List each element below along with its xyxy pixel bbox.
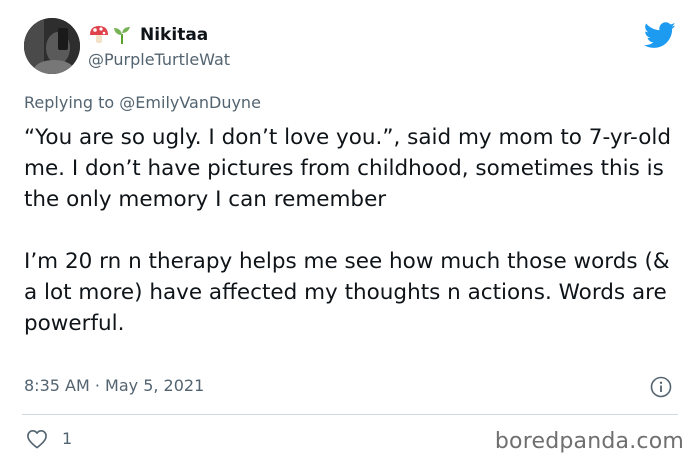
like-button[interactable]: 1 [26, 429, 72, 449]
heart-icon [27, 430, 47, 449]
mushroom-icon [88, 25, 110, 45]
tweet-paragraph: I’m 20 rn n therapy helps me see how muc… [24, 249, 670, 336]
replying-to-label: Replying to [24, 93, 115, 112]
author-handle[interactable]: @PurpleTurtleWat [88, 50, 230, 70]
replying-to: Replying to @EmilyVanDuyne [24, 93, 261, 113]
avatar[interactable] [24, 18, 80, 74]
author-display-name[interactable]: Nikitaa [88, 24, 208, 46]
tweet-timestamp[interactable]: 8:35 AM · May 5, 2021 [24, 376, 204, 396]
twitter-bird-icon[interactable] [644, 22, 676, 49]
display-name-text: Nikitaa [140, 25, 209, 45]
watermark: boredpanda.com [494, 429, 684, 454]
info-icon[interactable] [650, 376, 672, 398]
seedling-icon [112, 25, 132, 45]
tweet-paragraph: “You are so ugly. I don’t love you.”, sa… [24, 125, 671, 212]
reply-mention-link[interactable]: @EmilyVanDuyne [119, 93, 261, 112]
divider [22, 414, 678, 415]
like-count: 1 [62, 429, 73, 448]
tweet-text: “You are so ugly. I don’t love you.”, sa… [24, 122, 684, 339]
